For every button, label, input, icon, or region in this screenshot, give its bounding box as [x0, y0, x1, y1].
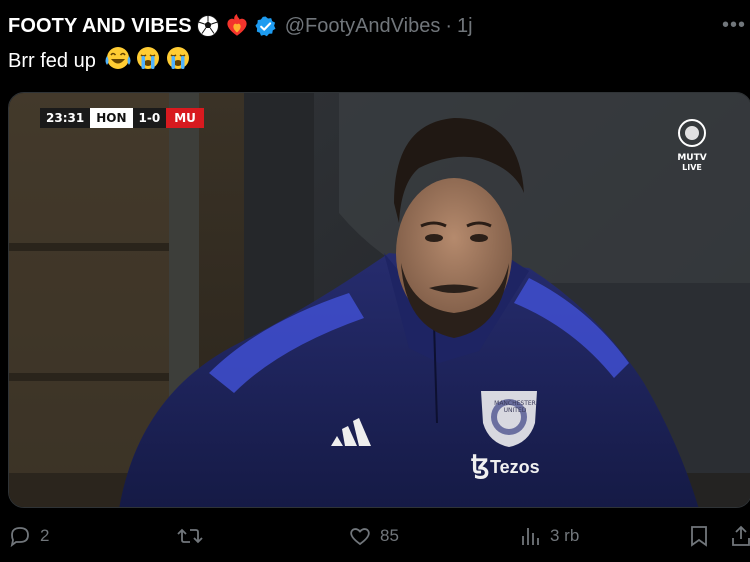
author-handle[interactable]: @FootyAndVibes — [285, 15, 441, 38]
share-button[interactable] — [730, 524, 750, 548]
repost-icon — [177, 528, 203, 544]
bookmark-icon — [691, 526, 707, 547]
broadcaster-status: LIVE — [682, 163, 702, 172]
like-count: 85 — [380, 526, 399, 545]
sponsor-text: Tezos — [490, 457, 540, 477]
away-team: MU — [166, 108, 204, 128]
fire-heart-icon — [224, 13, 250, 39]
laughing-crying-emoji-icon — [104, 44, 132, 78]
share-icon — [732, 525, 750, 546]
tweet-header: FOOTY AND VIBES @FootyAndVibes · 1j — [8, 12, 473, 40]
match-score: 1-0 — [132, 108, 167, 128]
author-display-name[interactable]: FOOTY AND VIBES — [8, 15, 192, 38]
verified-badge-icon — [254, 15, 277, 38]
tweet-action-bar: 2 85 3 rb — [0, 524, 750, 558]
separator-dot: · — [445, 14, 452, 37]
broadcaster-logo: MUTV LIVE — [668, 118, 716, 173]
match-clock: 23:31 — [40, 108, 91, 128]
mu-crest-icon — [678, 119, 706, 147]
views-chart-icon — [522, 528, 539, 545]
repost-button[interactable] — [176, 524, 212, 548]
scorebug: 23:31 HON 1-0 MU — [40, 108, 204, 128]
more-options-icon[interactable]: ••• — [722, 14, 746, 37]
tweet-timestamp[interactable]: 1j — [457, 15, 473, 38]
tweet-text: Brr fed up — [8, 49, 96, 72]
reply-count: 2 — [40, 526, 50, 545]
reply-button[interactable]: 2 — [8, 524, 49, 548]
reply-icon — [10, 527, 29, 548]
soccer-ball-icon — [196, 14, 220, 38]
views-button[interactable]: 3 rb — [520, 524, 579, 548]
broadcaster-name: MUTV — [677, 153, 707, 163]
bookmark-button[interactable] — [688, 524, 710, 548]
loudly-crying-emoji-icon — [134, 44, 162, 78]
heart-icon — [350, 528, 370, 546]
loudly-crying-emoji-icon — [164, 44, 192, 78]
home-team: HON — [90, 108, 133, 128]
crest-label: MANCHESTER UNITED — [494, 400, 536, 414]
view-count: 3 rb — [550, 526, 580, 545]
svg-text:ꜩ: ꜩ — [471, 449, 489, 479]
tweet-body: Brr fed up — [8, 44, 192, 78]
sponsor-logo: ꜩ — [471, 449, 489, 479]
like-button[interactable]: 85 — [348, 524, 399, 548]
tweet-media-image[interactable]: ꜩ — [8, 92, 750, 508]
coach-photo: ꜩ — [9, 93, 750, 507]
